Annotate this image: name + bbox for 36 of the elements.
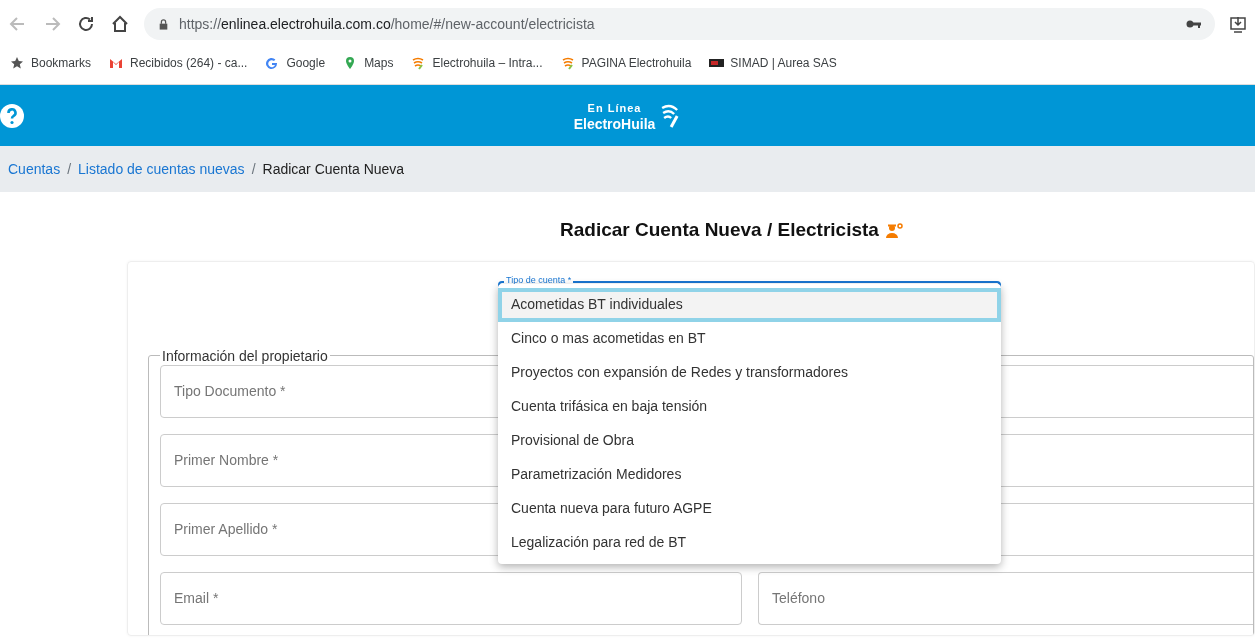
worker-icon (884, 221, 903, 239)
home-icon[interactable] (110, 14, 130, 34)
bookmark-label[interactable]: Electrohuila – Intra... (432, 54, 543, 72)
url-text: https://enlinea.electrohuila.com.co/home/#/new-account/electricista (179, 14, 595, 34)
text-field[interactable]: Email * (160, 571, 742, 625)
page-title: Radicar Cuenta Nueva / Electricista (560, 218, 879, 242)
bookmark-label[interactable]: Google (286, 54, 326, 72)
bookmark-label[interactable]: SIMAD | Aurea SAS (730, 54, 837, 72)
breadcrumb-separator: / (67, 159, 72, 179)
logo-text: En Línea (586, 101, 643, 117)
stripes-icon (560, 56, 576, 70)
mail-icon (109, 56, 125, 70)
logo-text: ElectroHuila (573, 116, 656, 131)
help-icon[interactable] (0, 103, 24, 128)
field-label: Primer Apellido * (174, 519, 278, 539)
bookmark-label[interactable]: Bookmarks (31, 54, 92, 72)
text-field[interactable]: Teléfono (758, 571, 1253, 625)
bookmark-label[interactable]: Maps (364, 54, 394, 72)
bookmark-label[interactable]: Recibidos (264) - ca... (130, 54, 248, 72)
flag-icon (709, 56, 725, 70)
field-label: Email * (174, 588, 219, 608)
reload-icon[interactable] (76, 14, 96, 34)
address-bar[interactable]: https://enlinea.electrohuila.com.co/home/#/new-account/electricista (144, 8, 1215, 40)
breadcrumb-separator: / (251, 159, 256, 179)
field-label: Teléfono (772, 588, 825, 608)
install-icon[interactable] (1229, 15, 1247, 33)
dropdown-option[interactable]: Cinco o mas acometidas en BT (498, 321, 1001, 356)
breadcrumb-link[interactable]: Listado de cuentas nuevas (78, 158, 245, 180)
bookmark-label[interactable]: PAGINA Electrohuila (581, 54, 692, 72)
star-icon (10, 56, 25, 70)
breadcrumb-current: Radicar Cuenta Nueva (262, 159, 405, 179)
field-label: Tipo Documento * (174, 381, 286, 401)
breadcrumb-link[interactable]: Cuentas (8, 158, 61, 180)
lock-icon (158, 17, 169, 31)
dropdown-option[interactable]: Acometidas BT individuales (498, 287, 1001, 322)
field-label: Primer Nombre * (174, 450, 279, 470)
